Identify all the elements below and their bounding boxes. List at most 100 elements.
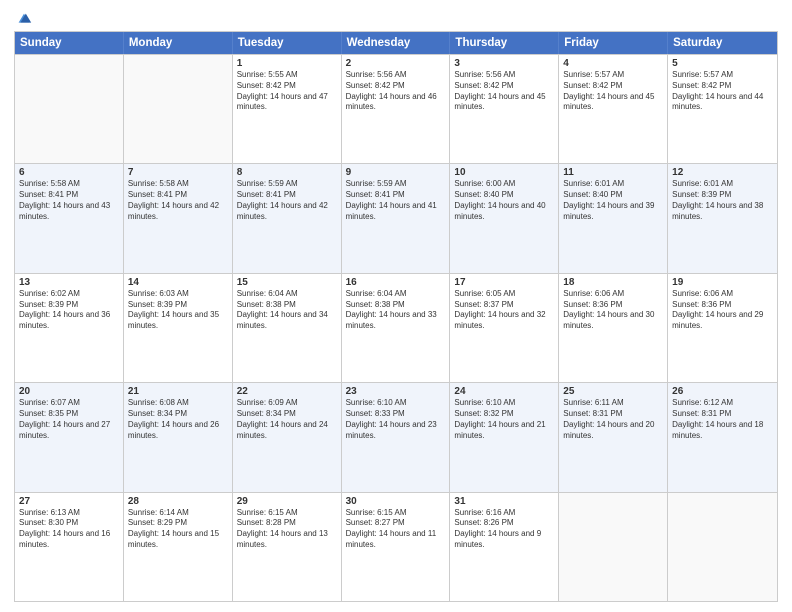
cal-cell: [668, 493, 777, 601]
day-info: Sunrise: 5:57 AMSunset: 8:42 PMDaylight:…: [563, 70, 663, 113]
week-row-2: 6Sunrise: 5:58 AMSunset: 8:41 PMDaylight…: [15, 163, 777, 272]
day-number: 19: [672, 277, 773, 288]
page: SundayMondayTuesdayWednesdayThursdayFrid…: [0, 0, 792, 612]
day-info: Sunrise: 6:05 AMSunset: 8:37 PMDaylight:…: [454, 289, 554, 332]
day-header-wednesday: Wednesday: [342, 32, 451, 54]
cal-cell: 20Sunrise: 6:07 AMSunset: 8:35 PMDayligh…: [15, 383, 124, 491]
day-number: 20: [19, 386, 119, 397]
day-info: Sunrise: 5:58 AMSunset: 8:41 PMDaylight:…: [19, 179, 119, 222]
day-info: Sunrise: 6:13 AMSunset: 8:30 PMDaylight:…: [19, 508, 119, 551]
day-info: Sunrise: 5:59 AMSunset: 8:41 PMDaylight:…: [237, 179, 337, 222]
day-info: Sunrise: 6:04 AMSunset: 8:38 PMDaylight:…: [346, 289, 446, 332]
day-info: Sunrise: 5:56 AMSunset: 8:42 PMDaylight:…: [346, 70, 446, 113]
cal-cell: 26Sunrise: 6:12 AMSunset: 8:31 PMDayligh…: [668, 383, 777, 491]
day-number: 6: [19, 167, 119, 178]
day-info: Sunrise: 6:03 AMSunset: 8:39 PMDaylight:…: [128, 289, 228, 332]
cal-cell: 13Sunrise: 6:02 AMSunset: 8:39 PMDayligh…: [15, 274, 124, 382]
cal-cell: 8Sunrise: 5:59 AMSunset: 8:41 PMDaylight…: [233, 164, 342, 272]
cal-cell: 4Sunrise: 5:57 AMSunset: 8:42 PMDaylight…: [559, 55, 668, 163]
cal-cell: 23Sunrise: 6:10 AMSunset: 8:33 PMDayligh…: [342, 383, 451, 491]
day-header-friday: Friday: [559, 32, 668, 54]
day-number: 21: [128, 386, 228, 397]
cal-cell: 17Sunrise: 6:05 AMSunset: 8:37 PMDayligh…: [450, 274, 559, 382]
header: [14, 10, 778, 25]
day-header-sunday: Sunday: [15, 32, 124, 54]
day-number: 13: [19, 277, 119, 288]
day-number: 22: [237, 386, 337, 397]
logo: [14, 10, 33, 25]
cal-cell: 19Sunrise: 6:06 AMSunset: 8:36 PMDayligh…: [668, 274, 777, 382]
calendar: SundayMondayTuesdayWednesdayThursdayFrid…: [14, 31, 778, 602]
day-info: Sunrise: 6:14 AMSunset: 8:29 PMDaylight:…: [128, 508, 228, 551]
day-number: 25: [563, 386, 663, 397]
day-header-saturday: Saturday: [668, 32, 777, 54]
cal-cell: 2Sunrise: 5:56 AMSunset: 8:42 PMDaylight…: [342, 55, 451, 163]
day-number: 8: [237, 167, 337, 178]
calendar-header: SundayMondayTuesdayWednesdayThursdayFrid…: [15, 32, 777, 54]
day-number: 2: [346, 58, 446, 69]
cal-cell: 10Sunrise: 6:00 AMSunset: 8:40 PMDayligh…: [450, 164, 559, 272]
day-header-thursday: Thursday: [450, 32, 559, 54]
calendar-body: 1Sunrise: 5:55 AMSunset: 8:42 PMDaylight…: [15, 54, 777, 601]
cal-cell: 11Sunrise: 6:01 AMSunset: 8:40 PMDayligh…: [559, 164, 668, 272]
day-number: 30: [346, 496, 446, 507]
week-row-1: 1Sunrise: 5:55 AMSunset: 8:42 PMDaylight…: [15, 54, 777, 163]
cal-cell: 29Sunrise: 6:15 AMSunset: 8:28 PMDayligh…: [233, 493, 342, 601]
day-info: Sunrise: 6:06 AMSunset: 8:36 PMDaylight:…: [563, 289, 663, 332]
day-info: Sunrise: 5:59 AMSunset: 8:41 PMDaylight:…: [346, 179, 446, 222]
day-number: 7: [128, 167, 228, 178]
day-info: Sunrise: 5:58 AMSunset: 8:41 PMDaylight:…: [128, 179, 228, 222]
day-info: Sunrise: 6:04 AMSunset: 8:38 PMDaylight:…: [237, 289, 337, 332]
day-number: 26: [672, 386, 773, 397]
day-number: 9: [346, 167, 446, 178]
cal-cell: 25Sunrise: 6:11 AMSunset: 8:31 PMDayligh…: [559, 383, 668, 491]
cal-cell: [15, 55, 124, 163]
day-info: Sunrise: 6:15 AMSunset: 8:28 PMDaylight:…: [237, 508, 337, 551]
day-info: Sunrise: 6:00 AMSunset: 8:40 PMDaylight:…: [454, 179, 554, 222]
cal-cell: 18Sunrise: 6:06 AMSunset: 8:36 PMDayligh…: [559, 274, 668, 382]
day-info: Sunrise: 5:56 AMSunset: 8:42 PMDaylight:…: [454, 70, 554, 113]
day-number: 14: [128, 277, 228, 288]
day-number: 24: [454, 386, 554, 397]
day-info: Sunrise: 6:01 AMSunset: 8:40 PMDaylight:…: [563, 179, 663, 222]
logo-icon: [15, 10, 33, 28]
day-info: Sunrise: 6:01 AMSunset: 8:39 PMDaylight:…: [672, 179, 773, 222]
cal-cell: 31Sunrise: 6:16 AMSunset: 8:26 PMDayligh…: [450, 493, 559, 601]
day-number: 5: [672, 58, 773, 69]
day-number: 10: [454, 167, 554, 178]
cal-cell: 16Sunrise: 6:04 AMSunset: 8:38 PMDayligh…: [342, 274, 451, 382]
cal-cell: 14Sunrise: 6:03 AMSunset: 8:39 PMDayligh…: [124, 274, 233, 382]
day-number: 1: [237, 58, 337, 69]
cal-cell: 9Sunrise: 5:59 AMSunset: 8:41 PMDaylight…: [342, 164, 451, 272]
week-row-4: 20Sunrise: 6:07 AMSunset: 8:35 PMDayligh…: [15, 382, 777, 491]
day-number: 11: [563, 167, 663, 178]
cal-cell: 7Sunrise: 5:58 AMSunset: 8:41 PMDaylight…: [124, 164, 233, 272]
day-info: Sunrise: 5:55 AMSunset: 8:42 PMDaylight:…: [237, 70, 337, 113]
day-info: Sunrise: 6:06 AMSunset: 8:36 PMDaylight:…: [672, 289, 773, 332]
day-info: Sunrise: 6:02 AMSunset: 8:39 PMDaylight:…: [19, 289, 119, 332]
cal-cell: [559, 493, 668, 601]
day-header-monday: Monday: [124, 32, 233, 54]
cal-cell: 12Sunrise: 6:01 AMSunset: 8:39 PMDayligh…: [668, 164, 777, 272]
day-number: 3: [454, 58, 554, 69]
day-info: Sunrise: 6:08 AMSunset: 8:34 PMDaylight:…: [128, 398, 228, 441]
day-info: Sunrise: 6:07 AMSunset: 8:35 PMDaylight:…: [19, 398, 119, 441]
day-number: 29: [237, 496, 337, 507]
cal-cell: 3Sunrise: 5:56 AMSunset: 8:42 PMDaylight…: [450, 55, 559, 163]
cal-cell: 24Sunrise: 6:10 AMSunset: 8:32 PMDayligh…: [450, 383, 559, 491]
cal-cell: [124, 55, 233, 163]
day-number: 16: [346, 277, 446, 288]
day-number: 4: [563, 58, 663, 69]
day-number: 31: [454, 496, 554, 507]
day-number: 17: [454, 277, 554, 288]
day-number: 18: [563, 277, 663, 288]
day-number: 15: [237, 277, 337, 288]
cal-cell: 5Sunrise: 5:57 AMSunset: 8:42 PMDaylight…: [668, 55, 777, 163]
day-number: 23: [346, 386, 446, 397]
cal-cell: 22Sunrise: 6:09 AMSunset: 8:34 PMDayligh…: [233, 383, 342, 491]
day-info: Sunrise: 5:57 AMSunset: 8:42 PMDaylight:…: [672, 70, 773, 113]
cal-cell: 6Sunrise: 5:58 AMSunset: 8:41 PMDaylight…: [15, 164, 124, 272]
day-number: 28: [128, 496, 228, 507]
day-info: Sunrise: 6:16 AMSunset: 8:26 PMDaylight:…: [454, 508, 554, 551]
day-info: Sunrise: 6:15 AMSunset: 8:27 PMDaylight:…: [346, 508, 446, 551]
